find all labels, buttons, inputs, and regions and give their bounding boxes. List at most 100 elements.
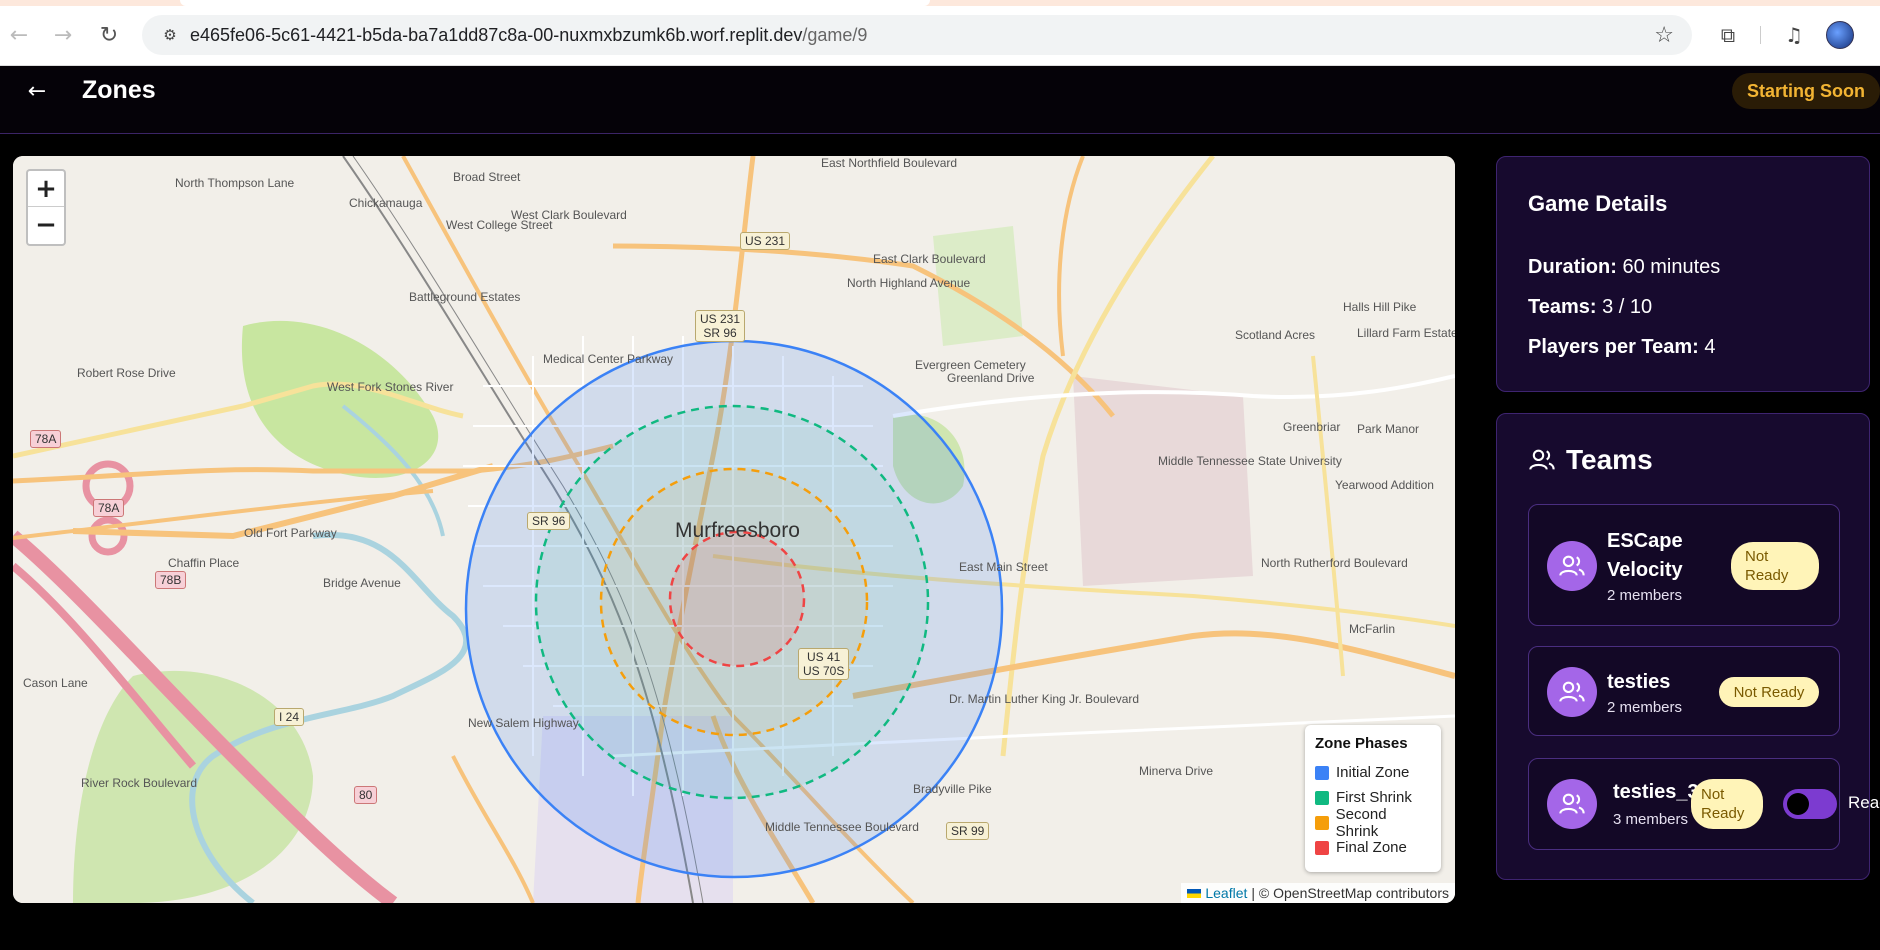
- shield-sr96: SR 96: [527, 512, 571, 530]
- map-label: Battleground Estates: [409, 290, 521, 304]
- game-status-badge: Starting Soon: [1732, 73, 1880, 109]
- map-label: Chaffin Place: [168, 556, 240, 570]
- page-title: Zones: [82, 76, 156, 104]
- map-label: New Salem Highway: [468, 716, 579, 730]
- map-label: Chickamauga: [349, 196, 423, 210]
- legend-swatch: [1315, 840, 1329, 855]
- map-label: North Highland Avenue: [847, 276, 971, 290]
- team-members: 2 members: [1607, 699, 1683, 716]
- users-icon: [1559, 681, 1585, 702]
- toolbar-divider: [1760, 26, 1761, 44]
- map-label: North Thompson Lane: [175, 176, 295, 190]
- map-label: Evergreen Cemetery: [915, 358, 1026, 372]
- shield-sr99: SR 99: [946, 822, 990, 840]
- profile-avatar[interactable]: [1826, 21, 1854, 49]
- game-details-title: Game Details: [1528, 191, 1668, 216]
- toggle-knob: [1787, 793, 1809, 815]
- zoom-out-button[interactable]: −: [28, 207, 64, 243]
- map-label: North Rutherford Boulevard: [1261, 556, 1408, 570]
- map-label: Park Manor: [1357, 422, 1420, 436]
- team-status-badge: Not Ready: [1731, 542, 1819, 590]
- media-control-icon[interactable]: ♫: [1779, 20, 1809, 50]
- map-label: Robert Rose Drive: [77, 366, 176, 380]
- leaflet-link[interactable]: Leaflet: [1205, 885, 1247, 901]
- users-icon: [1559, 793, 1585, 814]
- app-header: ← Zones Starting Soon: [0, 66, 1880, 134]
- map-label: Middle Tennessee Boulevard: [765, 820, 919, 834]
- map-label: Greenland Drive: [947, 371, 1035, 385]
- teams-count-row: Teams: 3 / 10: [1528, 296, 1653, 318]
- legend-item-initial: Initial Zone: [1315, 760, 1431, 785]
- shield-i24: I 24: [274, 708, 305, 726]
- team-avatar: [1547, 667, 1597, 717]
- team-status-badge: Not Ready: [1691, 779, 1763, 829]
- map-label: Middle Tennessee State University: [1158, 454, 1342, 468]
- map-label: Medical Center Parkway: [543, 352, 674, 366]
- map-label: Halls Hill Pike: [1343, 300, 1417, 314]
- map-label: Minerva Drive: [1139, 764, 1214, 778]
- map-attribution: Leaflet | © OpenStreetMap contributors: [1181, 883, 1455, 903]
- reload-icon[interactable]: ↻: [94, 20, 124, 50]
- team-avatar: [1547, 541, 1597, 591]
- legend-title: Zone Phases: [1315, 735, 1408, 752]
- site-info-icon[interactable]: ⚙: [160, 25, 180, 45]
- map-label: River Rock Boulevard: [81, 776, 198, 790]
- team-card[interactable]: ESCape Velocity 2 members Not Ready: [1528, 504, 1840, 626]
- zone-map[interactable]: US 231 US 231 SR 96 SR 96 US 41 US 70S SR …: [13, 156, 1455, 903]
- teams-header: Teams: [1528, 444, 1653, 476]
- extensions-icon[interactable]: ⧉: [1713, 20, 1743, 50]
- team-members: 2 members: [1607, 587, 1683, 604]
- zoom-in-button[interactable]: +: [28, 171, 64, 207]
- shield-80: 80: [354, 786, 378, 804]
- ready-toggle-label: Ready: [1848, 793, 1880, 812]
- users-icon: [1529, 449, 1555, 470]
- map-label: Cason Lane: [23, 676, 88, 690]
- duration-row: Duration: 60 minutes: [1528, 256, 1721, 278]
- zone-circle-final: [668, 530, 806, 668]
- map-label: Bridge Avenue: [323, 576, 401, 590]
- address-bar[interactable]: ⚙ e465fe06-5c61-4421-b5da-ba7a1dd87c8a-0…: [142, 15, 1692, 55]
- team-avatar: [1547, 779, 1597, 829]
- team-name: testies: [1607, 671, 1671, 693]
- map-label: Dr. Martin Luther King Jr. Boulevard: [949, 692, 1140, 706]
- legend-swatch: [1315, 815, 1329, 830]
- browser-toolbar: ← → ↻ ⚙ e465fe06-5c61-4421-b5da-ba7a1dd8…: [0, 0, 1880, 66]
- team-members: 3 members: [1613, 811, 1689, 828]
- team-name: ESCape Velocity: [1607, 530, 1683, 581]
- team-card[interactable]: testies_3 3 members Not Ready: [1528, 758, 1840, 850]
- bookmark-star-icon[interactable]: ☆: [1654, 23, 1674, 48]
- url-text: e465fe06-5c61-4421-b5da-ba7a1dd87c8a-00-…: [190, 24, 868, 45]
- map-label: Lillard Farm Estates: [1357, 326, 1455, 340]
- team-status-badge: Not Ready: [1719, 677, 1819, 707]
- shield-us41: US 41 US 70S: [798, 648, 850, 680]
- map-label: Greenbriar: [1283, 420, 1341, 434]
- shield-us231-top: US 231: [740, 232, 791, 250]
- legend-swatch: [1315, 790, 1329, 805]
- ready-toggle[interactable]: [1783, 789, 1837, 819]
- city-label: Murfreesboro: [675, 519, 800, 542]
- map-label: Bradyville Pike: [913, 782, 992, 796]
- players-per-team-row: Players per Team: 4: [1528, 336, 1716, 358]
- map-label: McFarlin: [1349, 622, 1396, 636]
- back-arrow-icon[interactable]: ←: [22, 76, 52, 106]
- map-label: Yearwood Addition: [1335, 478, 1434, 492]
- team-name: testies_3: [1613, 781, 1699, 803]
- users-icon: [1559, 555, 1585, 576]
- teams-title: Teams: [1566, 444, 1653, 475]
- map-label: East Main Street: [959, 560, 1048, 574]
- map-label: Scotland Acres: [1235, 328, 1316, 342]
- attribution-text: | © OpenStreetMap contributors: [1251, 885, 1449, 901]
- game-details-card: Game Details Duration: 60 minutes Teams:…: [1496, 156, 1870, 392]
- zone-legend: Zone Phases Initial Zone First Shrink Se…: [1305, 725, 1441, 872]
- map-label: Old Fort Parkway: [244, 526, 337, 540]
- back-icon[interactable]: ←: [4, 20, 34, 50]
- shield-78a-2: 78A: [93, 499, 125, 517]
- legend-swatch: [1315, 765, 1329, 780]
- map-label: East Northfield Boulevard: [821, 156, 958, 170]
- team-card[interactable]: testies 2 members Not Ready: [1528, 646, 1840, 736]
- teams-card: Teams ESCape Velocity 2 members Not Read…: [1496, 413, 1870, 880]
- zoom-control: + −: [26, 169, 66, 246]
- map-label: West College Street: [446, 218, 553, 232]
- shield-78b: 78B: [155, 571, 187, 589]
- forward-icon[interactable]: →: [48, 20, 78, 50]
